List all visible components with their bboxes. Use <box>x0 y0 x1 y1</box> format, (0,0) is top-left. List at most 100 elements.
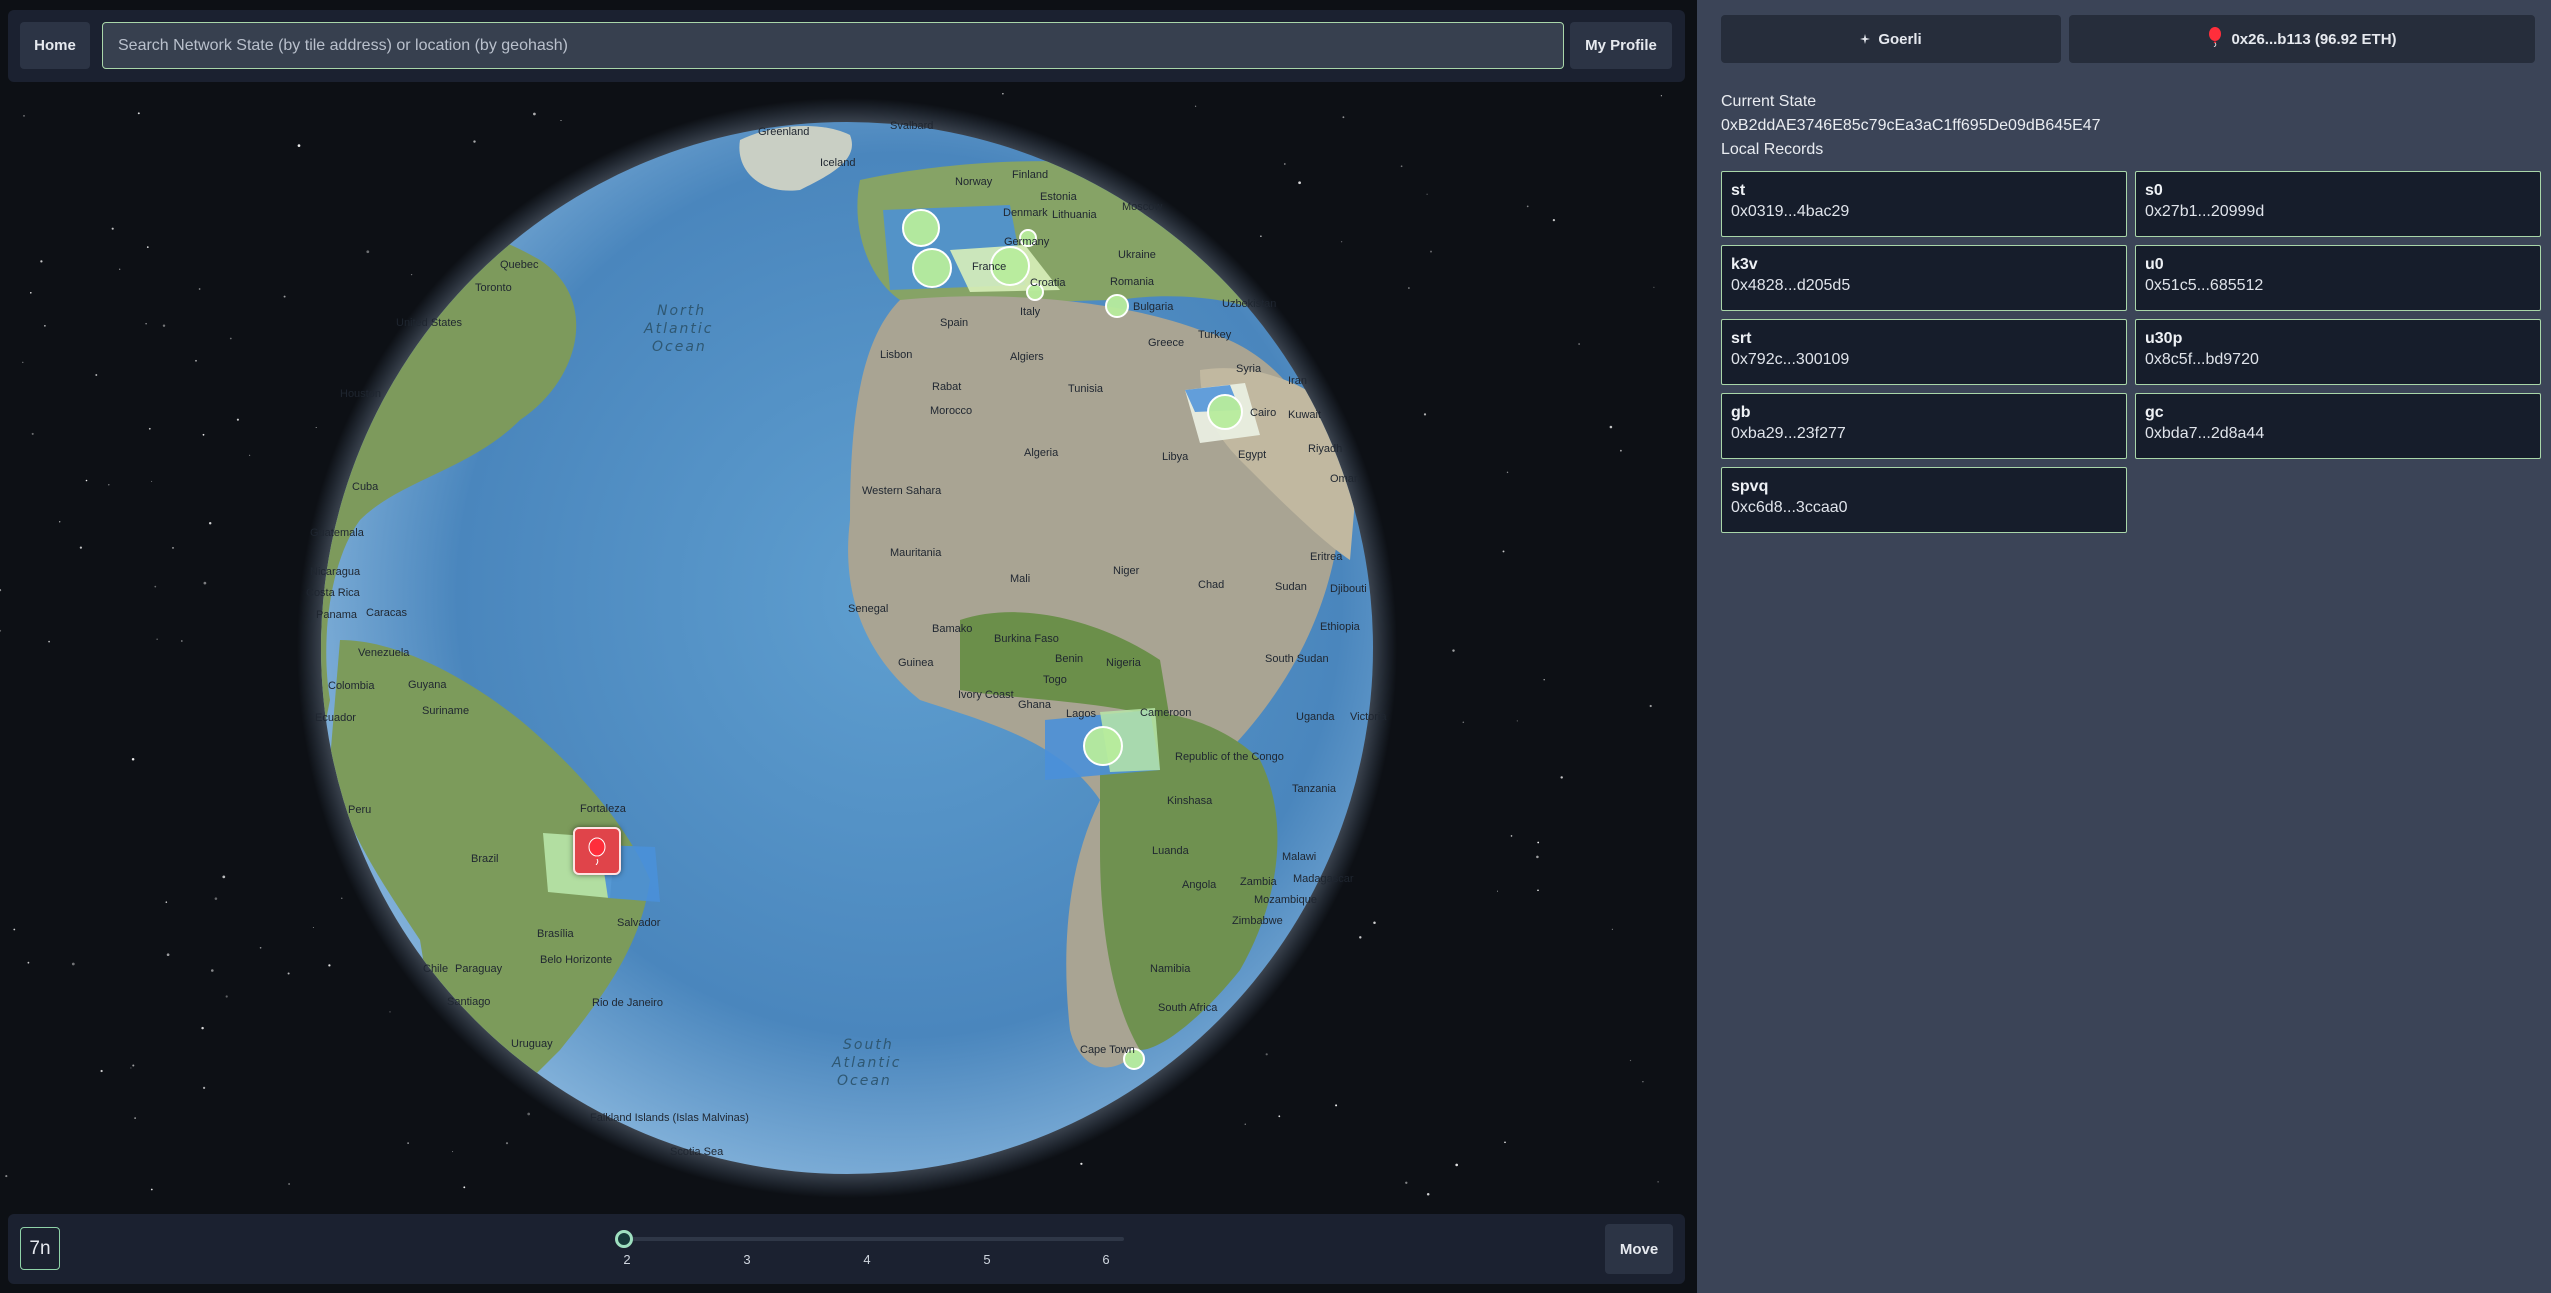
star <box>1359 936 1362 939</box>
record-card[interactable]: u0 0x51c5...685512 <box>2135 245 2541 311</box>
label-iran: Iran <box>1288 375 1307 387</box>
level-slider-track[interactable] <box>624 1237 1124 1241</box>
my-profile-button[interactable]: My Profile <box>1570 22 1672 69</box>
star <box>30 292 32 294</box>
label-moscow: Moscow <box>1122 201 1162 213</box>
slider-tick: 5 <box>983 1252 991 1267</box>
label-cape-town: Cape Town <box>1080 1044 1135 1056</box>
label-mozambique: Mozambique <box>1254 894 1317 906</box>
star <box>162 324 166 327</box>
star <box>1578 343 1580 345</box>
home-button[interactable]: Home <box>20 22 90 69</box>
label-cameroon: Cameroon <box>1140 707 1191 719</box>
label-houston: Houston <box>340 388 381 400</box>
star <box>225 995 228 998</box>
label-uzbekistan: Uzbekistan <box>1222 298 1276 310</box>
slider-tick: 4 <box>863 1252 871 1267</box>
top-toolbar: Home My Profile <box>8 10 1685 82</box>
star <box>1526 205 1529 208</box>
record-card[interactable]: s0 0x27b1...20999d <box>2135 171 2541 237</box>
network-button[interactable]: Goerli <box>1721 15 2061 63</box>
label-senegal: Senegal <box>848 603 888 615</box>
label-south-atlantic-3: Ocean <box>837 1073 892 1089</box>
star <box>1657 1181 1659 1183</box>
star <box>1660 95 1662 97</box>
bottom-toolbar: 7n 2 3 4 5 6 Move <box>8 1214 1685 1284</box>
current-state-label: Current State <box>1721 93 1817 110</box>
star <box>145 323 147 325</box>
label-south-sudan: South Sudan <box>1265 653 1329 665</box>
star <box>1504 1141 1506 1144</box>
star <box>1426 1192 1430 1196</box>
my-location-marker[interactable] <box>573 827 621 875</box>
star <box>1506 471 1509 474</box>
sparkle-icon <box>1860 31 1871 48</box>
record-value: 0x51c5...685512 <box>2145 277 2264 294</box>
label-turkey: Turkey <box>1198 329 1232 341</box>
label-nigeria: Nigeria <box>1106 657 1142 669</box>
label-greece: Greece <box>1148 337 1184 349</box>
globe-map[interactable]: Greenland Svalbard Iceland Norway Finlan… <box>0 0 1697 1293</box>
search-input[interactable] <box>102 22 1564 69</box>
star <box>44 325 46 327</box>
label-romania: Romania <box>1110 276 1155 288</box>
zoom-level-badge[interactable]: 7n <box>20 1227 60 1270</box>
star <box>283 295 286 298</box>
star <box>312 926 314 929</box>
star <box>389 1011 391 1013</box>
star <box>1560 776 1563 779</box>
record-card[interactable]: k3v 0x4828...d205d5 <box>1721 245 2127 311</box>
label-norway: Norway <box>955 176 993 188</box>
local-records-label: Local Records <box>1721 141 1824 158</box>
account-button[interactable]: 0x26...b113 (96.92 ETH) <box>2069 15 2535 63</box>
label-sudan: Sudan <box>1275 581 1307 593</box>
label-brazil: Brazil <box>471 853 499 865</box>
star <box>1629 1059 1632 1062</box>
record-card[interactable]: spvq 0xc6d8...3ccaa0 <box>1721 467 2127 533</box>
label-venezuela: Venezuela <box>358 647 410 659</box>
star <box>1653 286 1655 288</box>
record-key: k3v <box>1731 256 1758 273</box>
star <box>195 359 197 362</box>
label-algeria: Algeria <box>1024 447 1059 459</box>
star <box>236 418 239 421</box>
star <box>328 964 331 967</box>
star <box>1408 287 1410 289</box>
star <box>151 480 153 482</box>
star <box>203 1086 206 1089</box>
star <box>410 273 413 276</box>
label-morocco: Morocco <box>930 405 972 417</box>
star <box>172 547 174 549</box>
label-chad: Chad <box>1198 579 1224 591</box>
star <box>119 268 121 270</box>
label-north-atlantic-3: Ocean <box>652 339 707 355</box>
star <box>463 1186 466 1189</box>
star <box>71 962 75 966</box>
star <box>1462 721 1465 723</box>
label-angola: Angola <box>1182 879 1217 891</box>
label-iceland: Iceland <box>820 157 855 169</box>
label-costa-rica: Costa Rica <box>306 587 361 599</box>
star <box>23 115 25 117</box>
star <box>1426 193 1428 195</box>
label-chile: Chile <box>423 963 448 975</box>
record-card[interactable]: srt 0x792c...300109 <box>1721 319 2127 385</box>
label-rio: Rio de Janeiro <box>592 997 663 1009</box>
record-card[interactable]: u30p 0x8c5f...bd9720 <box>2135 319 2541 385</box>
record-value: 0xc6d8...3ccaa0 <box>1731 499 1848 516</box>
record-card[interactable]: gc 0xbda7...2d8a44 <box>2135 393 2541 459</box>
star <box>1642 1080 1644 1083</box>
move-button[interactable]: Move <box>1605 1224 1673 1274</box>
slider-tick: 2 <box>623 1252 631 1267</box>
record-card[interactable]: st 0x0319...4bac29 <box>1721 171 2127 237</box>
star <box>1455 1163 1459 1167</box>
label-italy: Italy <box>1020 306 1041 318</box>
level-slider-handle[interactable] <box>615 1230 633 1248</box>
star <box>31 432 34 435</box>
record-card[interactable]: gb 0xba29...23f277 <box>1721 393 2127 459</box>
star <box>288 1183 290 1185</box>
star <box>473 140 476 143</box>
star <box>1552 218 1556 222</box>
label-riyadh: Riyadh <box>1308 443 1342 455</box>
star <box>1649 704 1652 708</box>
